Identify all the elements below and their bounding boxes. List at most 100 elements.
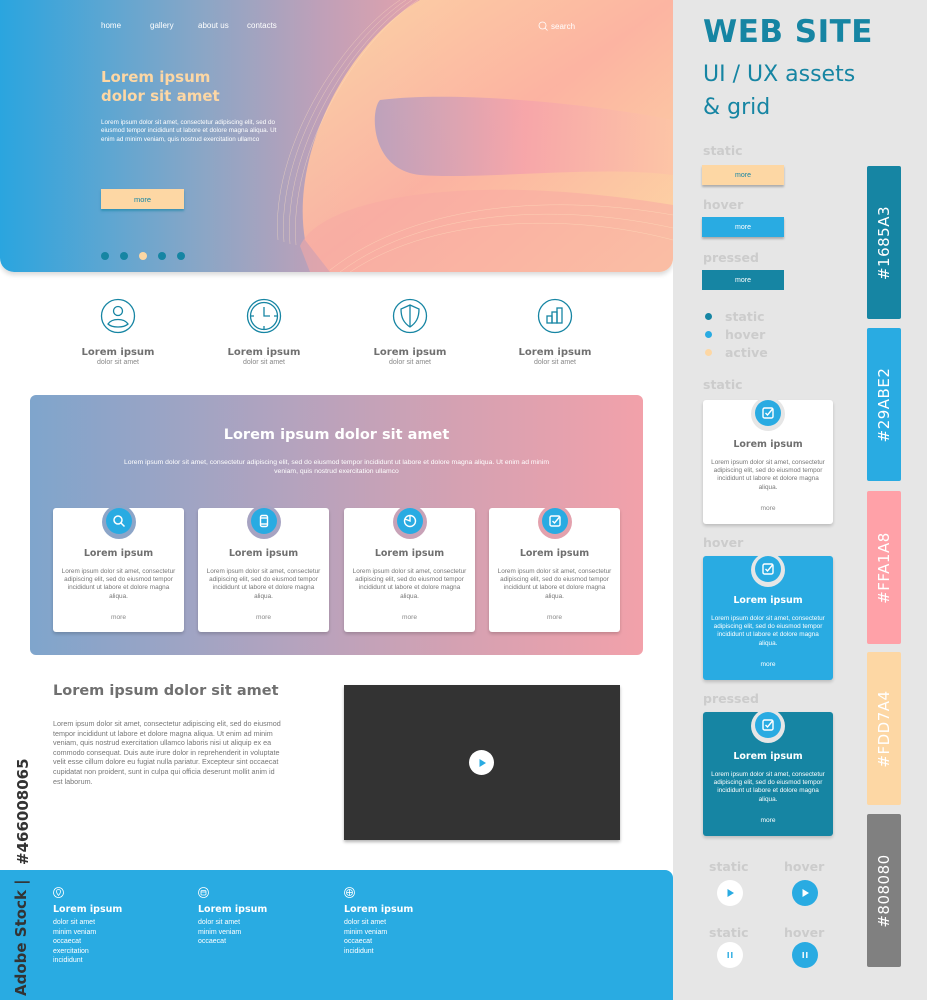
card-text: Lorem ipsum dolor sit amet, consectetur … xyxy=(206,568,321,600)
service-card[interactable]: Lorem ipsum Lorem ipsum dolor sit amet, … xyxy=(53,505,184,632)
play-icon xyxy=(479,758,486,767)
card-more-link[interactable]: more xyxy=(53,614,184,621)
hero-title-line2: dolor sit amet xyxy=(101,87,220,105)
state-legend: static hover active xyxy=(705,307,768,361)
swatch-label: #808080 xyxy=(875,853,893,928)
static-more-button[interactable]: more xyxy=(702,165,784,185)
slider-dot-3-active[interactable] xyxy=(139,252,147,260)
footer-link[interactable]: occaecat xyxy=(53,937,122,947)
pause-icon xyxy=(802,952,808,958)
about-text: Lorem ipsum dolor sit amet, consectetur … xyxy=(53,719,281,786)
footer-link[interactable]: incididunt xyxy=(53,956,122,966)
service-card[interactable]: Lorem ipsum Lorem ipsum dolor sit amet, … xyxy=(344,505,475,632)
footer-link[interactable]: occaecat xyxy=(198,937,267,947)
search-icon xyxy=(538,21,548,31)
footer-link[interactable]: minim veniam xyxy=(198,928,267,938)
slider-dots xyxy=(101,252,185,260)
swatch-label: #1685A3 xyxy=(875,205,893,280)
footer-link[interactable]: dolor sit amet xyxy=(344,918,413,928)
static-card[interactable]: Lorem ipsum Lorem ipsum dolor sit amet, … xyxy=(703,397,833,524)
video-play-button[interactable] xyxy=(469,750,494,775)
feature-item: Lorem ipsum dolor sit amet xyxy=(204,298,324,366)
footer-link[interactable]: dolor sit amet xyxy=(198,918,267,928)
footer-column-title: Lorem ipsum xyxy=(344,904,414,915)
card-title: Lorem ipsum xyxy=(519,548,590,559)
hero-title-line1: Lorem ipsum xyxy=(101,68,211,86)
slider-dot-2[interactable] xyxy=(120,252,128,260)
footer-link[interactable]: exercitation xyxy=(53,947,122,957)
feature-item: Lorem ipsum dolor sit amet xyxy=(495,298,615,366)
footer-link[interactable]: incididunt xyxy=(344,947,413,957)
services-description: Lorem ipsum dolor sit amet, consectetur … xyxy=(123,459,550,475)
legend-label: active xyxy=(725,344,768,360)
hero-description: Lorem ipsum dolor sit amet, consectetur … xyxy=(101,119,277,143)
swatch-label: #FDD7A4 xyxy=(875,689,893,768)
hero-more-button[interactable]: more xyxy=(101,189,184,209)
footer-link[interactable]: dolor sit amet xyxy=(53,918,122,928)
bar-chart-icon xyxy=(537,298,573,334)
footer-column-title: Lorem ipsum xyxy=(198,904,268,915)
footer-column: Lorem ipsum dolor sit amet minim veniam … xyxy=(53,887,122,966)
button-state-label: hover xyxy=(703,197,744,212)
stock-brand-text: Adobe Stock | xyxy=(12,879,30,996)
feature-item: Lorem ipsum dolor sit amet xyxy=(58,298,178,366)
search-icon xyxy=(105,508,132,534)
static-play-button[interactable] xyxy=(717,880,743,906)
legend-label: hover xyxy=(725,326,766,342)
card-title: Lorem ipsum xyxy=(374,548,445,559)
card-more-link[interactable]: more xyxy=(344,614,475,621)
hover-more-button[interactable]: more xyxy=(702,217,784,237)
subtitle-line2: & grid xyxy=(703,95,771,120)
button-state-label: pressed xyxy=(703,250,759,265)
slider-dot-5[interactable] xyxy=(177,252,185,260)
pie-chart-icon xyxy=(396,508,423,534)
slider-dot-1[interactable] xyxy=(101,252,109,260)
nav-gallery[interactable]: gallery xyxy=(150,21,174,30)
legend-item: static xyxy=(705,307,768,325)
clock-icon xyxy=(246,298,282,334)
location-pin-icon xyxy=(53,887,64,898)
card-text: Lorem ipsum dolor sit amet, consectetur … xyxy=(711,771,825,803)
slider-dot-4[interactable] xyxy=(158,252,166,260)
nav-home[interactable]: home xyxy=(101,21,121,30)
card-title: Lorem ipsum xyxy=(83,548,154,559)
checkbox-icon xyxy=(755,400,781,426)
color-swatch-ffa1a8: #FFA1A8 xyxy=(867,491,901,644)
footer-column: Lorem ipsum dolor sit amet minim veniam … xyxy=(344,887,413,956)
card-more-link[interactable]: more xyxy=(489,614,620,621)
card-title: Lorem ipsum xyxy=(228,548,299,559)
card-more-link[interactable]: more xyxy=(198,614,329,621)
swatch-label: #FFA1A8 xyxy=(875,531,893,604)
feature-subtitle: dolor sit amet xyxy=(96,359,140,366)
search-field[interactable]: search xyxy=(538,21,575,31)
nav-about-us[interactable]: about us xyxy=(198,21,229,30)
pressed-more-button[interactable]: more xyxy=(702,270,784,290)
stock-id-text: #466008065 xyxy=(14,758,32,865)
style-guide-title: WEB SITE xyxy=(703,14,873,50)
hover-play-button[interactable] xyxy=(792,880,818,906)
pressed-card[interactable]: Lorem ipsum Lorem ipsum dolor sit amet, … xyxy=(703,709,833,836)
hover-card[interactable]: Lorem ipsum Lorem ipsum dolor sit amet, … xyxy=(703,553,833,680)
footer-links: dolor sit amet minim veniam occaecat xyxy=(198,918,267,947)
control-state-label: static xyxy=(709,925,749,940)
shield-icon xyxy=(392,298,428,334)
legend-bullet xyxy=(705,312,712,320)
hover-pause-button[interactable] xyxy=(792,942,818,968)
card-text: Lorem ipsum dolor sit amet, consectetur … xyxy=(711,459,825,491)
footer-link[interactable]: minim veniam xyxy=(53,928,122,938)
card-more-link[interactable]: more xyxy=(703,661,833,668)
feature-subtitle: dolor sit amet xyxy=(388,359,432,366)
feature-subtitle: dolor sit amet xyxy=(533,359,577,366)
card-more-link[interactable]: more xyxy=(703,817,833,824)
checkbox-icon xyxy=(541,508,568,534)
static-pause-button[interactable] xyxy=(717,942,743,968)
card-more-link[interactable]: more xyxy=(703,505,833,512)
footer-link[interactable]: minim veniam xyxy=(344,928,413,938)
nav-contacts[interactable]: contacts xyxy=(247,21,277,30)
service-card[interactable]: Lorem ipsum Lorem ipsum dolor sit amet, … xyxy=(198,505,329,632)
service-card[interactable]: Lorem ipsum Lorem ipsum dolor sit amet, … xyxy=(489,505,620,632)
footer-link[interactable]: occaecat xyxy=(344,937,413,947)
search-label: search xyxy=(551,21,576,31)
card-state-label: static xyxy=(703,377,743,392)
video-player[interactable] xyxy=(344,685,620,840)
